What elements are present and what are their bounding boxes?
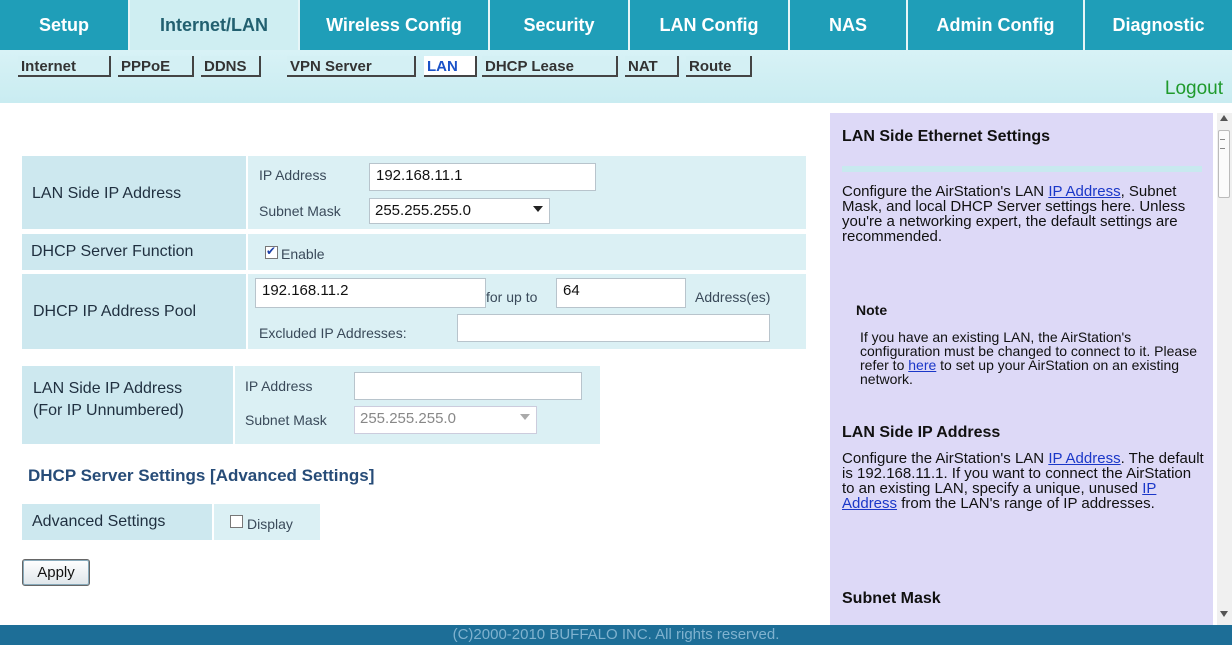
subnet-mask-select[interactable]: 255.255.255.0 (369, 198, 550, 224)
advanced-label-cell: Advanced Settings (22, 504, 212, 540)
subtab-route[interactable]: Route (686, 56, 752, 77)
lan-ip-label: LAN Side IP Address (32, 185, 182, 202)
subtab-internet[interactable]: Internet (18, 56, 111, 77)
tab-security[interactable]: Security (490, 0, 630, 50)
unnumbered-mask-select[interactable]: 255.255.255.0 (354, 406, 537, 434)
subnet-mask-help-title: Subnet Mask (842, 590, 941, 607)
unnumbered-label-line1: LAN Side IP Address (33, 380, 183, 397)
for-up-to-label: for up to (486, 289, 538, 305)
tab-wireless-config[interactable]: Wireless Config (300, 0, 490, 50)
dhcp-pool-start-input[interactable]: 192.168.11.2 (255, 278, 486, 308)
subnet-mask-value: 255.255.255.0 (375, 202, 471, 219)
tab-admin-config[interactable]: Admin Config (908, 0, 1085, 50)
tab-internet-lan[interactable]: Internet/LAN (130, 0, 300, 50)
footer: (C)2000-2010 BUFFALO INC. All rights res… (0, 625, 1232, 645)
excluded-ip-input[interactable] (457, 314, 770, 342)
advanced-label: Advanced Settings (32, 513, 166, 530)
lan-ip-help-post: from the LAN's range of IP addresses. (897, 495, 1155, 512)
help-title: LAN Side Ethernet Settings (842, 128, 1051, 145)
help-panel: LAN Side Ethernet Settings Configure the… (830, 113, 1213, 625)
help-divider (842, 166, 1202, 172)
dhcp-pool-label: DHCP IP Address Pool (33, 303, 197, 320)
apply-button[interactable]: Apply (22, 559, 90, 586)
advanced-display-label: Display (247, 516, 293, 532)
tab-lan-config[interactable]: LAN Config (630, 0, 790, 50)
dhcp-server-label: DHCP Server Function (31, 243, 194, 260)
subtab-dhcp-lease[interactable]: DHCP Lease (482, 56, 618, 77)
unnumbered-label-cell: LAN Side IP Address (For IP Unnumbered) (22, 366, 233, 444)
help-scrollbar[interactable] (1217, 113, 1232, 625)
unnumbered-mask-label: Subnet Mask (245, 412, 327, 428)
copyright-text: (C)2000-2010 BUFFALO INC. All rights res… (452, 626, 780, 643)
subtab-pppoe[interactable]: PPPoE (118, 56, 194, 77)
unnumbered-ip-label: IP Address (245, 378, 313, 394)
subnet-mask-label: Subnet Mask (259, 203, 341, 219)
dhcp-server-label-cell: DHCP Server Function (22, 234, 246, 270)
dhcp-pool-count-input[interactable]: 64 (556, 278, 686, 308)
help-note: If you have an existing LAN, the AirStat… (860, 330, 1206, 386)
chevron-down-icon (520, 414, 530, 420)
subtab-lan[interactable]: LAN (424, 56, 477, 77)
dhcp-enable-checkbox[interactable] (265, 244, 278, 259)
subtab-vpn-server[interactable]: VPN Server (287, 56, 416, 77)
advanced-display-checkbox[interactable] (230, 515, 243, 528)
excluded-ip-label: Excluded IP Addresses: (259, 325, 407, 341)
tab-diagnostic[interactable]: Diagnostic (1085, 0, 1232, 50)
sub-nav: Internet PPPoE DDNS VPN Server LAN DHCP … (0, 50, 1232, 103)
unnumbered-mask-value: 255.255.255.0 (360, 410, 456, 427)
subtab-nat[interactable]: NAT (625, 56, 679, 77)
subtab-ddns[interactable]: DDNS (201, 56, 261, 77)
dhcp-pool-label-cell: DHCP IP Address Pool (22, 274, 246, 349)
tab-setup[interactable]: Setup (0, 0, 130, 50)
unnumbered-ip-input[interactable] (354, 372, 582, 400)
advanced-fields-cell: Display (214, 504, 320, 540)
lan-ip-help-title: LAN Side IP Address (842, 424, 1001, 441)
tab-nas[interactable]: NAS (790, 0, 908, 50)
addresses-label: Address(es) (695, 289, 771, 305)
dhcp-pool-fields-cell: 192.168.11.2 for up to 64 Address(es) Ex… (248, 274, 806, 349)
dhcp-server-fields-cell: Enable (248, 234, 806, 270)
unnumbered-label-line2: (For IP Unnumbered) (33, 402, 184, 419)
advanced-section-title: DHCP Server Settings [Advanced Settings] (28, 466, 375, 485)
lan-ip-help-text: Configure the AirStation's LAN IP Addres… (842, 451, 1204, 511)
dhcp-enable-label: Enable (281, 246, 325, 262)
unnumbered-fields-cell: IP Address Subnet Mask 255.255.255.0 (235, 366, 600, 444)
ip-address-label: IP Address (259, 167, 327, 183)
lan-ip-fields-cell: IP Address 192.168.11.1 Subnet Mask 255.… (248, 156, 806, 229)
help-intro: Configure the AirStation's LAN IP Addres… (842, 184, 1204, 244)
lan-ip-label-cell: LAN Side IP Address (22, 156, 246, 229)
scroll-down-icon[interactable] (1220, 611, 1228, 617)
chevron-down-icon (533, 206, 543, 212)
lan-ip-input[interactable]: 192.168.11.1 (369, 163, 596, 191)
scroll-up-icon[interactable] (1220, 115, 1228, 121)
note-title: Note (856, 302, 888, 318)
main-nav: Setup Internet/LAN Wireless Config Secur… (0, 0, 1232, 50)
logout-link[interactable]: Logout (1165, 78, 1223, 100)
grip-icon (1220, 139, 1225, 149)
